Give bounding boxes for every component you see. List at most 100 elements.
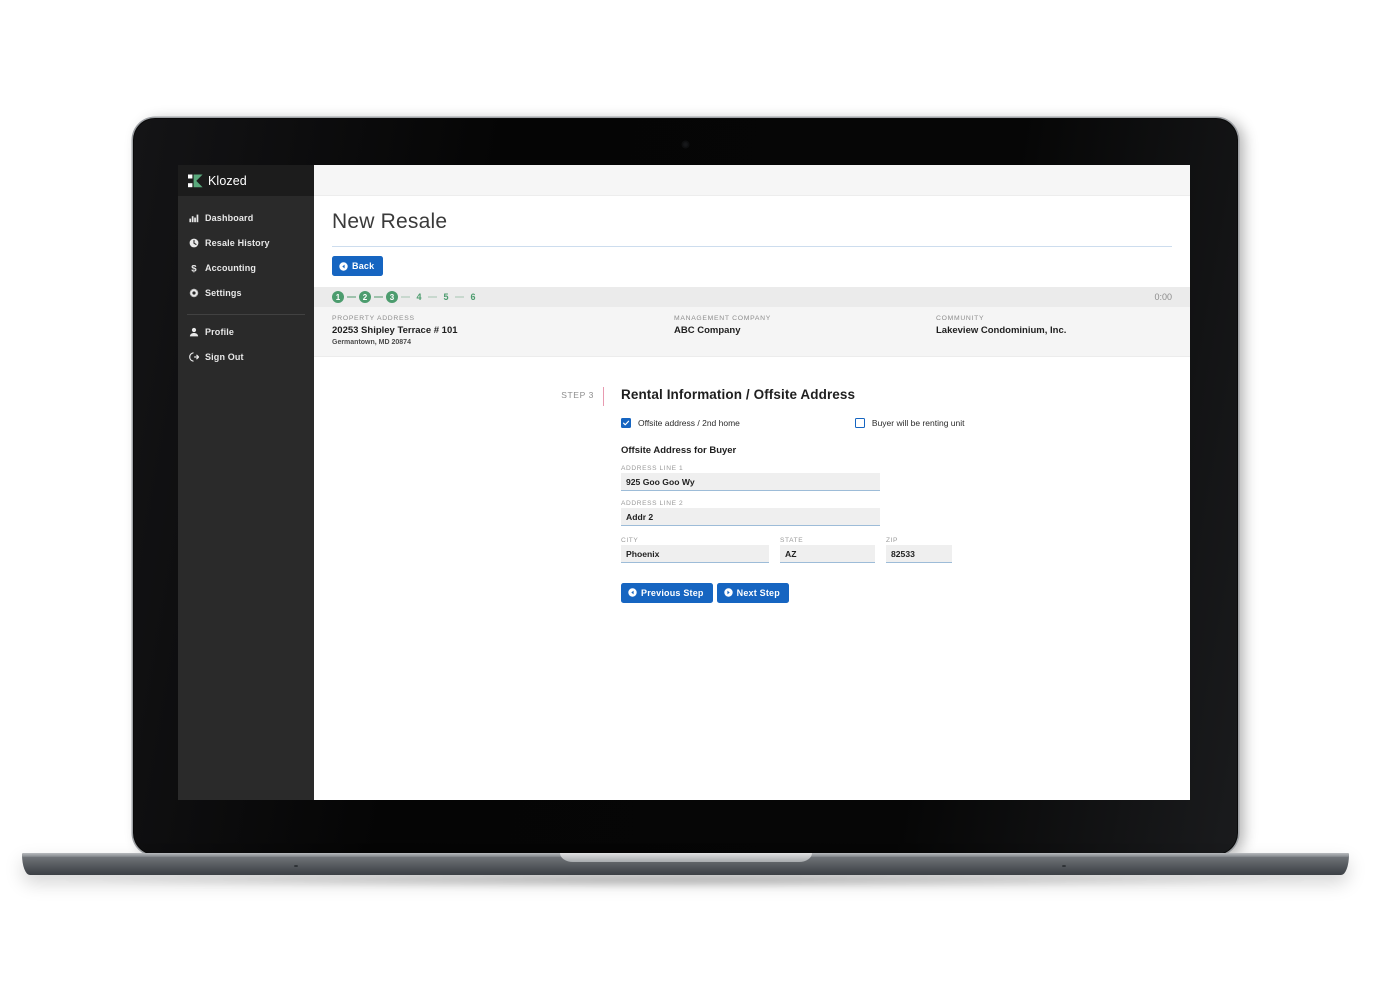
top-bar — [314, 165, 1190, 196]
clock-icon — [189, 238, 199, 248]
step-indicator-1[interactable]: 1 — [332, 291, 344, 303]
arrow-left-circle-icon — [339, 261, 348, 271]
sidebar-item-resale-history[interactable]: Resale History — [178, 230, 314, 255]
property-address-city-state: Germantown, MD 20874 — [332, 338, 411, 346]
sidebar-item-sign-out[interactable]: Sign Out — [178, 344, 314, 369]
address-line-1-field: ADDRESS LINE 1 — [621, 465, 1190, 491]
step-indicator-3[interactable]: 3 — [386, 291, 398, 303]
laptop-base — [22, 853, 1349, 875]
arrow-left-circle-icon — [628, 588, 637, 597]
address-line-2-label: ADDRESS LINE 2 — [621, 499, 684, 507]
step-connector — [347, 296, 356, 298]
session-timer: 0:00 — [1154, 292, 1172, 302]
offsite-address-label: Offsite address / 2nd home — [638, 417, 740, 428]
webcam-icon — [682, 141, 689, 148]
sidebar-item-label: Dashboard — [205, 212, 254, 223]
screen-viewport: Klozed Dashboard Resale History $ Accoun… — [178, 165, 1190, 800]
base-screw — [294, 865, 298, 867]
step-connector — [428, 296, 437, 298]
empty-checkbox-icon — [854, 417, 865, 428]
form-actions: Previous Step Next Step — [621, 582, 1190, 603]
form-section: STEP 3 Rental Information / Offsite Addr… — [314, 357, 1190, 603]
user-icon — [189, 327, 199, 337]
back-button-row: Back — [314, 247, 1190, 276]
zip-field: ZIP — [886, 537, 952, 563]
address-line-1-label: ADDRESS LINE 1 — [621, 464, 684, 472]
sidebar-nav: Dashboard Resale History $ Accounting Se… — [178, 196, 314, 369]
zip-label: ZIP — [886, 536, 899, 544]
step-tag: STEP 3 — [561, 389, 594, 400]
brand-name: Klozed — [208, 173, 247, 188]
laptop-mockup: Klozed Dashboard Resale History $ Accoun… — [0, 0, 1400, 1000]
sidebar-divider — [187, 314, 305, 315]
base-notch — [559, 853, 812, 862]
community-value: Lakeview Condominium, Inc. — [936, 324, 1067, 336]
next-step-button[interactable]: Next Step — [716, 582, 789, 603]
checkmark-icon — [621, 417, 631, 428]
offsite-address-checkbox[interactable]: Offsite address / 2nd home — [621, 417, 740, 428]
checkbox-group: Offsite address / 2nd home Buyer will be… — [621, 417, 1190, 428]
klozed-logo-icon — [188, 174, 203, 188]
property-info-bar: PROPERTY ADDRESS 20253 Shipley Terrace #… — [314, 307, 1190, 357]
property-address-value: 20253 Shipley Terrace # 101 — [332, 324, 458, 336]
step-connector — [374, 296, 383, 298]
community-label: COMMUNITY — [936, 315, 985, 322]
brand-header[interactable]: Klozed — [178, 165, 314, 196]
back-button[interactable]: Back — [332, 256, 384, 276]
bar-chart-icon — [189, 213, 199, 223]
sidebar-item-label: Accounting — [205, 262, 256, 273]
step-indicator-6[interactable]: 6 — [467, 292, 479, 302]
sidebar-item-label: Profile — [205, 326, 235, 337]
property-address-label: PROPERTY ADDRESS — [332, 315, 415, 322]
city-state-zip-row: CITY STATE ZIP — [621, 537, 1190, 563]
sidebar-item-label: Resale History — [205, 237, 270, 248]
sidebar-item-settings[interactable]: Settings — [178, 280, 314, 305]
step-connector — [455, 296, 464, 298]
renting-unit-checkbox[interactable]: Buyer will be renting unit — [854, 417, 965, 428]
city-field: CITY — [621, 537, 769, 563]
step-indicator-2[interactable]: 2 — [359, 291, 371, 303]
management-company-block: MANAGEMENT COMPANY ABC Company — [674, 315, 936, 346]
back-button-label: Back — [352, 261, 375, 271]
svg-text:$: $ — [191, 263, 197, 273]
address-line-1-input[interactable] — [621, 472, 880, 491]
sidebar-item-profile[interactable]: Profile — [178, 319, 314, 344]
step-list: 1 2 3 4 5 6 — [332, 291, 479, 303]
gear-icon — [189, 287, 199, 298]
community-block: COMMUNITY Lakeview Condominium, Inc. — [936, 315, 1066, 346]
sidebar-item-label: Sign Out — [205, 351, 244, 362]
address-line-2-input[interactable] — [621, 507, 880, 526]
city-label: CITY — [621, 536, 639, 544]
next-step-label: Next Step — [736, 587, 780, 598]
base-screw — [1062, 865, 1066, 867]
sidebar-item-label: Settings — [205, 287, 242, 298]
step-indicator-4[interactable]: 4 — [413, 292, 425, 302]
stepper: 1 2 3 4 5 6 0:00 — [314, 287, 1190, 307]
sidebar-item-accounting[interactable]: $ Accounting — [178, 255, 314, 280]
previous-step-label: Previous Step — [641, 587, 704, 598]
sign-out-icon — [189, 351, 199, 362]
address-line-2-field: ADDRESS LINE 2 — [621, 500, 1190, 526]
step-connector — [401, 296, 410, 298]
city-input[interactable] — [621, 544, 769, 563]
form-body: Rental Information / Offsite Address Off… — [604, 387, 1190, 603]
previous-step-button[interactable]: Previous Step — [621, 582, 713, 603]
arrow-right-circle-icon — [723, 588, 733, 597]
state-field: STATE — [780, 537, 875, 563]
property-address-block: PROPERTY ADDRESS 20253 Shipley Terrace #… — [332, 315, 674, 346]
klozed-app: Klozed Dashboard Resale History $ Accoun… — [178, 165, 1190, 800]
state-label: STATE — [780, 536, 804, 544]
sidebar-item-dashboard[interactable]: Dashboard — [178, 205, 314, 230]
renting-unit-label: Buyer will be renting unit — [871, 417, 965, 428]
sidebar: Klozed Dashboard Resale History $ Accoun… — [178, 165, 314, 800]
management-company-value: ABC Company — [674, 324, 741, 336]
management-company-label: MANAGEMENT COMPANY — [674, 315, 771, 322]
page-header: New Resale — [314, 196, 1190, 247]
dollar-sign-icon: $ — [189, 263, 199, 273]
step-indicator-5[interactable]: 5 — [440, 292, 452, 302]
main-content: New Resale Back 1 2 3 4 5 6 0:00 PROPERT… — [314, 165, 1190, 800]
state-input[interactable] — [780, 544, 875, 563]
zip-input[interactable] — [886, 544, 952, 563]
form-title: Rental Information / Offsite Address — [621, 386, 856, 402]
offsite-address-section-title: Offsite Address for Buyer — [621, 444, 737, 456]
